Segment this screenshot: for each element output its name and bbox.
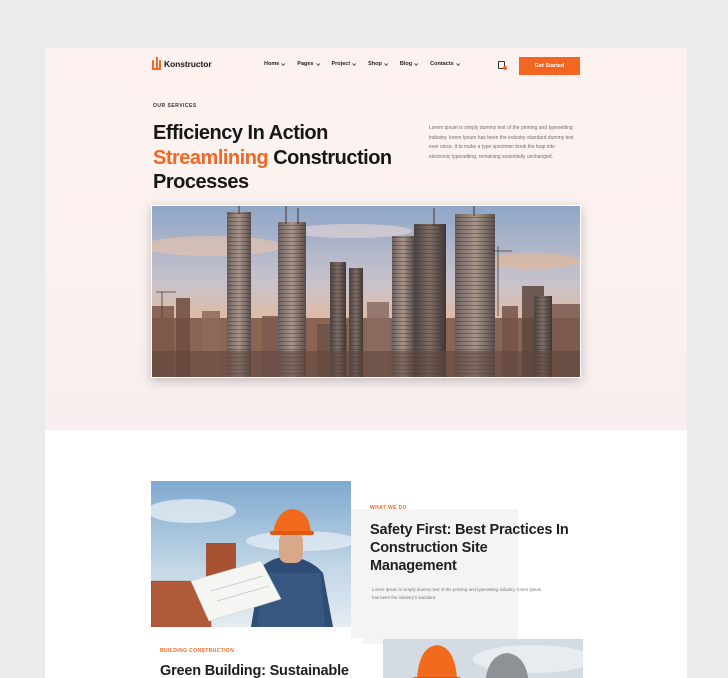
nav-item-home[interactable]: Home xyxy=(264,61,286,67)
hero-title-line2: Construction xyxy=(268,146,392,169)
chevron-down-icon xyxy=(383,61,389,66)
get-started-button[interactable]: Get Started xyxy=(519,57,580,75)
nav-label: Blog xyxy=(399,61,413,67)
feature-title[interactable]: Safety First: Best Practices In Construc… xyxy=(370,521,570,575)
chevron-down-icon xyxy=(455,61,461,66)
top-navigation: Konstructor Home Pages Project Shop Blog… xyxy=(45,53,687,79)
logo[interactable]: Konstructor xyxy=(152,57,212,70)
nav-item-contacts[interactable]: Contacts xyxy=(430,61,461,67)
section-eyebrow: OUR SERVICES xyxy=(153,103,197,109)
nav-item-project[interactable]: Project xyxy=(331,61,357,67)
chevron-down-icon xyxy=(352,61,357,66)
nav-label: Project xyxy=(331,61,351,67)
brand-name: Konstructor xyxy=(164,58,212,69)
hero-section: Konstructor Home Pages Project Shop Blog… xyxy=(45,48,687,430)
second-eyebrow: BUILDING CONSTRUCTION xyxy=(160,648,235,654)
logo-icon xyxy=(152,57,161,70)
hero-title-accent: Streamlining xyxy=(153,146,269,169)
city-skyline-image xyxy=(151,205,581,378)
hero-description: Lorem ipsum is simply dummy text of the … xyxy=(429,125,574,160)
chevron-down-icon xyxy=(281,61,286,66)
chevron-down-icon xyxy=(315,61,320,66)
nav-item-shop[interactable]: Shop xyxy=(368,61,389,67)
workers-helmets-image xyxy=(383,639,583,678)
nav-item-blog[interactable]: Blog xyxy=(399,61,419,67)
cart-icon[interactable] xyxy=(498,61,507,70)
page: Konstructor Home Pages Project Shop Blog… xyxy=(45,48,687,678)
nav-label: Contacts xyxy=(430,61,454,67)
main-menu: Home Pages Project Shop Blog Contacts xyxy=(264,61,461,67)
feature-description: Lorem Ipsum is simply dummy text of the … xyxy=(372,587,542,600)
feature-eyebrow: WHAT WE DO xyxy=(370,505,407,511)
nav-item-pages[interactable]: Pages xyxy=(297,61,320,67)
construction-worker-image xyxy=(151,481,351,627)
hero-title-line1: Efficiency In Action xyxy=(153,122,328,144)
second-title[interactable]: Green Building: Sustainable xyxy=(160,662,390,678)
nav-label: Pages xyxy=(297,61,314,67)
nav-label: Home xyxy=(264,61,280,67)
hero-title-line3: Processes xyxy=(153,171,249,193)
hero-title: Efficiency In Action Streamlining Constr… xyxy=(153,121,423,195)
chevron-down-icon xyxy=(414,61,419,66)
nav-label: Shop xyxy=(368,61,382,67)
